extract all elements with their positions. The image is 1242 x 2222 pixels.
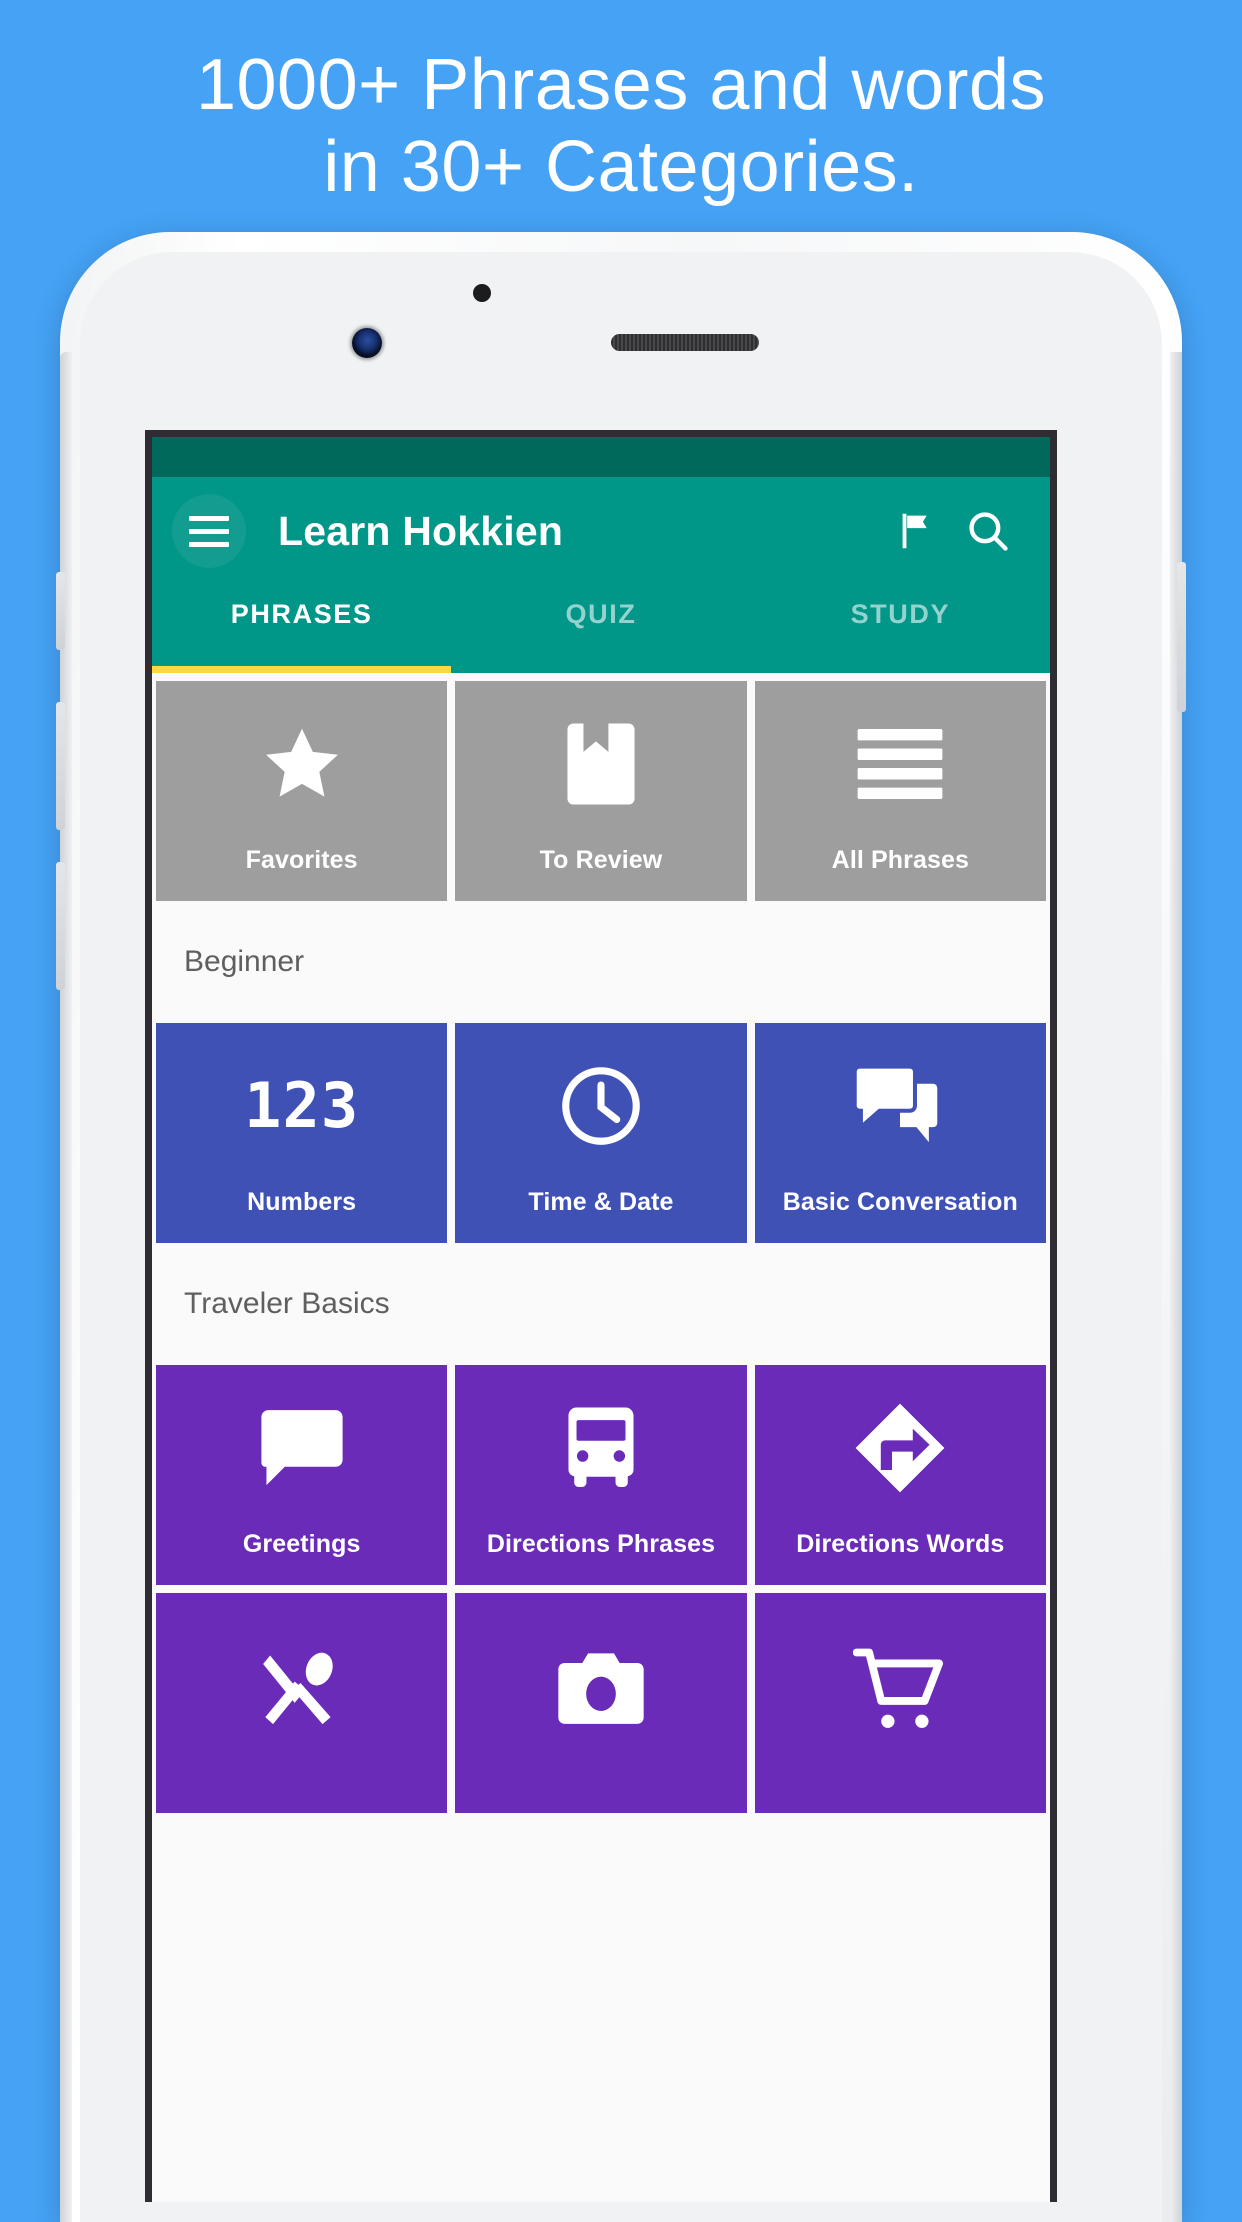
tile-to-review[interactable]: To Review bbox=[455, 681, 747, 901]
traveler-tiles-row: Greetings Directions Phrases Directions … bbox=[152, 1365, 1050, 1585]
tile-label: Favorites bbox=[245, 846, 358, 874]
tile-favorites[interactable]: Favorites bbox=[156, 681, 448, 901]
app-title: Learn Hokkien bbox=[278, 507, 564, 554]
tile-label: Basic Conversation bbox=[782, 1188, 1018, 1216]
quick-tiles-row: Favorites To Review All Phrases bbox=[152, 681, 1050, 901]
power-button[interactable] bbox=[1177, 562, 1186, 712]
earpiece-speaker bbox=[611, 334, 759, 351]
screen-bezel: Learn Hokkien PHRASES QUIZ STUDY Favorit… bbox=[145, 430, 1057, 2202]
shopping-cart-icon bbox=[755, 1593, 1046, 1787]
tile-greetings[interactable]: Greetings bbox=[156, 1365, 448, 1585]
tile-label: Time & Date bbox=[528, 1188, 674, 1216]
tab-bar: PHRASES QUIZ STUDY bbox=[152, 585, 1050, 673]
tile-all-phrases[interactable]: All Phrases bbox=[754, 681, 1046, 901]
camera-icon bbox=[455, 1593, 746, 1787]
active-tab-indicator bbox=[152, 666, 452, 673]
volume-up-button[interactable] bbox=[56, 702, 65, 830]
tile-camera[interactable] bbox=[455, 1593, 747, 1813]
tab-phrases[interactable]: PHRASES bbox=[152, 585, 451, 673]
volume-down-button[interactable] bbox=[56, 862, 65, 990]
tile-shopping[interactable] bbox=[754, 1593, 1046, 1813]
tile-directions-phrases[interactable]: Directions Phrases bbox=[455, 1365, 747, 1585]
tile-label: Directions Phrases bbox=[486, 1530, 716, 1558]
tile-time-and-date[interactable]: Time & Date bbox=[455, 1023, 747, 1243]
clock-icon bbox=[455, 1023, 746, 1188]
speech-bubble-icon bbox=[156, 1365, 447, 1530]
front-camera-icon bbox=[352, 328, 382, 358]
tile-restaurant[interactable] bbox=[156, 1593, 448, 1813]
flag-icon[interactable] bbox=[880, 495, 952, 567]
list-lines-icon bbox=[755, 681, 1046, 846]
phone-mockup: Learn Hokkien PHRASES QUIZ STUDY Favorit… bbox=[56, 232, 1186, 2222]
turn-right-sign-icon bbox=[755, 1365, 1046, 1530]
tab-study[interactable]: STUDY bbox=[751, 585, 1050, 673]
bus-icon bbox=[455, 1365, 746, 1530]
restaurant-icon bbox=[156, 1593, 447, 1787]
mute-switch[interactable] bbox=[56, 572, 65, 650]
star-icon bbox=[156, 681, 447, 846]
app-bar: Learn Hokkien bbox=[152, 477, 1050, 585]
tile-label: Directions Words bbox=[796, 1530, 1005, 1558]
tile-label: To Review bbox=[539, 846, 663, 874]
promo-headline: 1000+ Phrases and words in 30+ Categorie… bbox=[195, 45, 1047, 208]
proximity-sensor-icon bbox=[473, 284, 491, 302]
chat-bubbles-icon bbox=[755, 1023, 1046, 1188]
numbers-123-icon: 123 bbox=[244, 1068, 360, 1142]
tab-quiz[interactable]: QUIZ bbox=[451, 585, 750, 673]
tile-label: Numbers bbox=[247, 1188, 357, 1216]
search-icon[interactable] bbox=[952, 495, 1024, 567]
section-header-beginner: Beginner bbox=[152, 909, 1050, 1015]
tile-label: Greetings bbox=[242, 1530, 361, 1558]
tile-numbers[interactable]: 123 Numbers bbox=[156, 1023, 448, 1243]
hamburger-menu-icon[interactable] bbox=[172, 494, 246, 568]
section-header-traveler-basics: Traveler Basics bbox=[152, 1251, 1050, 1357]
tile-label: All Phrases bbox=[831, 846, 969, 874]
beginner-tiles-row: 123 Numbers Time & Date Basic Conversati… bbox=[152, 1023, 1050, 1243]
traveler-tiles-row-partial bbox=[152, 1593, 1050, 1813]
tile-directions-words[interactable]: Directions Words bbox=[754, 1365, 1046, 1585]
status-bar bbox=[152, 437, 1050, 477]
tile-basic-conversation[interactable]: Basic Conversation bbox=[754, 1023, 1046, 1243]
bookmark-icon bbox=[455, 681, 746, 846]
app-screen: Learn Hokkien PHRASES QUIZ STUDY Favorit… bbox=[152, 437, 1050, 2202]
